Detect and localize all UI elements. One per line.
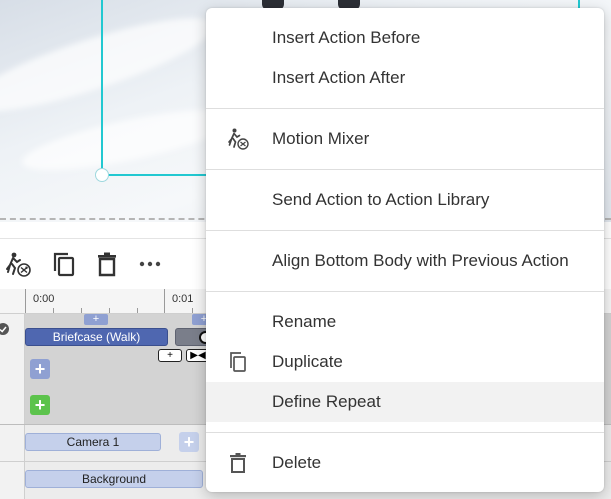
menu-item-insert-action-before[interactable]: Insert Action Before: [206, 18, 604, 58]
menu-item-motion-mixer[interactable]: Motion Mixer: [206, 119, 604, 159]
delete-button[interactable]: [93, 250, 121, 278]
ruler-label-0: 0:00: [33, 293, 55, 305]
ruler-tick: [164, 289, 165, 313]
menu-separator: [206, 108, 604, 109]
background-track-header: [0, 462, 25, 499]
copy-button[interactable]: [50, 250, 78, 278]
clip-camera-1[interactable]: Camera 1: [25, 433, 161, 451]
menu-item-label: Motion Mixer: [272, 129, 370, 148]
trash-icon: [230, 453, 246, 473]
menu-item-label: Define Repeat: [272, 392, 381, 411]
more-button[interactable]: [136, 250, 164, 278]
duplicate-icon: [230, 352, 246, 372]
add-track-green-button[interactable]: +: [30, 395, 50, 415]
menu-item-define-repeat[interactable]: Define Repeat: [206, 382, 604, 422]
ruler-tick: [109, 308, 110, 313]
menu-item-rename[interactable]: Rename: [206, 302, 604, 342]
insert-clip-plus[interactable]: +: [84, 314, 108, 325]
menu-item-label: Insert Action Before: [272, 28, 421, 47]
menu-item-insert-action-after[interactable]: Insert Action After: [206, 58, 604, 98]
more-icon: [139, 261, 161, 267]
clip-background[interactable]: Background: [25, 470, 203, 488]
menu-item-duplicate[interactable]: Duplicate: [206, 342, 604, 382]
menu-item-label: Delete: [272, 453, 322, 472]
track-settings-icon[interactable]: [0, 322, 10, 336]
menu-item-label: Align Bottom Body with Previous Action: [272, 251, 569, 270]
motion-mixer-button[interactable]: [4, 250, 32, 278]
menu-item-label: Duplicate: [272, 352, 343, 371]
add-camera-button[interactable]: +: [179, 432, 199, 452]
ruler-label-1: 0:01: [172, 293, 194, 305]
camera-track-header: [0, 425, 25, 461]
transition-chip[interactable]: +: [158, 349, 182, 362]
selection-handle[interactable]: [95, 168, 109, 182]
clip-label: Briefcase (Walk): [52, 330, 141, 344]
actor-track-header: [0, 314, 25, 424]
menu-separator: [206, 432, 604, 433]
ruler-tick: [25, 289, 26, 313]
menu-separator: [206, 169, 604, 170]
trash-icon: [98, 252, 116, 277]
menu-item-delete[interactable]: Delete: [206, 443, 604, 483]
menu-item-send-to-library[interactable]: Send Action to Action Library: [206, 180, 604, 220]
menu-item-label: Send Action to Action Library: [272, 190, 490, 209]
menu-separator: [206, 230, 604, 231]
motion-mixer-icon: [228, 128, 249, 150]
menu-separator: [206, 291, 604, 292]
ruler-tick: [81, 308, 82, 313]
context-menu: Insert Action Before Insert Action After…: [206, 8, 604, 492]
ruler-tick: [137, 308, 138, 313]
menu-item-label: Insert Action After: [272, 68, 406, 87]
clip-briefcase-walk[interactable]: Briefcase (Walk): [25, 328, 168, 346]
menu-item-label: Rename: [272, 312, 337, 331]
motion-mixer-icon: [6, 252, 31, 277]
clip-label: Camera 1: [66, 435, 120, 449]
ruler-tick: [192, 308, 193, 313]
clip-label: Background: [81, 472, 147, 486]
menu-item-align-bottom-body[interactable]: Align Bottom Body with Previous Action: [206, 241, 604, 281]
add-track-blue-button[interactable]: +: [30, 359, 50, 379]
copy-icon: [53, 252, 75, 277]
ruler-tick: [53, 308, 54, 313]
